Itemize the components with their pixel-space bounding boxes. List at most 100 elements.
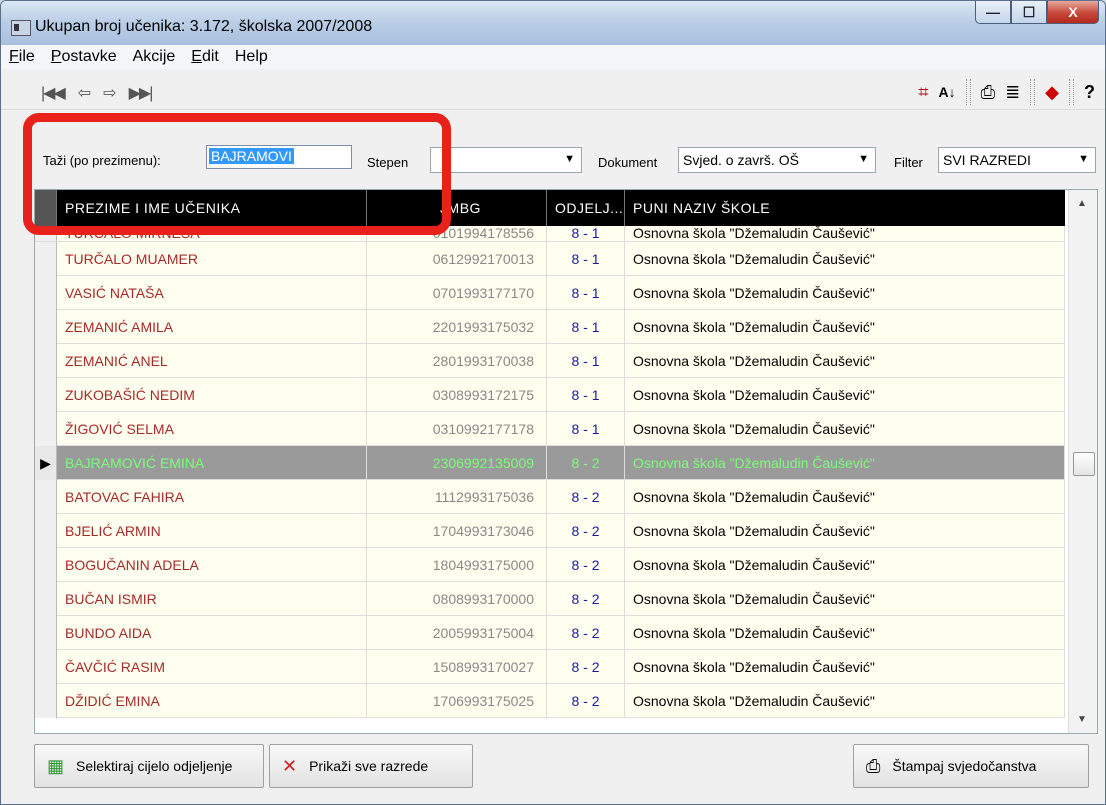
export-icon[interactable]: ◆ [1045, 82, 1059, 103]
select-class-button[interactable]: ▦ Selektiraj cijelo odjeljenje [34, 744, 264, 788]
scroll-up-icon[interactable]: ▲ [1077, 198, 1087, 209]
cell-name: BAJRAMOVIĆ EMINA [57, 446, 367, 480]
cell-skola: Osnovna škola "Džemaludin Čaušević" [625, 650, 1065, 684]
prev-record-icon[interactable]: ⇦ [78, 83, 91, 103]
students-grid[interactable]: PREZIME I IME UČENIKA JMBG ODJELJ... PUN… [34, 189, 1098, 734]
table-row[interactable]: ZEMANIĆ AMILA 2201993175032 8 - 1 Osnovna š… [35, 310, 1065, 344]
app-icon[interactable] [11, 20, 31, 36]
cell-odjeljenje: 8 - 1 [547, 226, 625, 241]
cell-skola: Osnovna škola "Džemaludin Čaušević" [625, 684, 1065, 718]
menu-postavke[interactable]: Postavke [51, 48, 117, 66]
table-row[interactable]: ZEMANIĆ ANEL 2801993170038 8 - 1 Osnovna šk… [35, 344, 1065, 378]
table-row[interactable]: BUČAN ISMIR 0808993170000 8 - 2 Osnovna ško… [35, 582, 1065, 616]
printer-icon[interactable]: ⎙ [981, 82, 995, 103]
cell-odjeljenje: 8 - 1 [547, 310, 625, 344]
row-indicator [35, 684, 57, 718]
bottom-bar: ▦ Selektiraj cijelo odjeljenje ✕ Prikaži… [1, 734, 1105, 804]
next-record-icon[interactable]: ⇨ [103, 83, 116, 103]
cell-name: ŽIGOVIĆ SELMA [57, 412, 367, 446]
scroll-thumb[interactable] [1073, 452, 1095, 476]
title-bar[interactable]: Ukupan broj učenika: 3.172, školska 2007… [1, 1, 1105, 45]
row-indicator [35, 226, 57, 241]
cell-odjeljenje: 8 - 2 [547, 616, 625, 650]
column-header-skola[interactable]: PUNI NAZIV ŠKOLE [625, 190, 1065, 226]
cell-jmbg: 0308993172175 [367, 378, 547, 412]
cell-skola: Osnovna škola "Džemaludin Čaušević" [625, 226, 1065, 241]
row-indicator [35, 582, 57, 616]
menu-file[interactable]: File [9, 48, 35, 66]
menu-akcije[interactable]: Akcije [133, 48, 176, 66]
first-record-icon[interactable]: |◀◀ [41, 83, 66, 103]
cell-odjeljenje: 8 - 2 [547, 548, 625, 582]
filter-select[interactable]: SVI RAZREDI ▼ [938, 147, 1096, 173]
dokument-select[interactable]: Svjed. o završ. OŠ ▼ [678, 147, 876, 173]
main-window: Ukupan broj učenika: 3.172, školska 2007… [0, 0, 1106, 805]
vertical-scrollbar[interactable]: ▲ ▼ [1068, 190, 1097, 733]
table-row[interactable]: ŽIGOVIĆ SELMA 0310992177178 8 - 1 Osnovna š… [35, 412, 1065, 446]
stepen-label: Stepen [367, 155, 409, 170]
table-row[interactable]: BOGUČANIN ADELA 1804993175000 8 - 2 Osnovna… [35, 548, 1065, 582]
cell-name: TURČALO MUAMER [57, 242, 367, 276]
table-row[interactable]: BJELIĆ ARMIN 1704993173046 8 - 2 Osnovna šk… [35, 514, 1065, 548]
cell-skola: Osnovna škola "Džemaludin Čaušević" [625, 582, 1065, 616]
column-header-jmbg[interactable]: JMBG [367, 190, 547, 226]
menu-edit[interactable]: Edit [191, 48, 219, 66]
cell-odjeljenje: 8 - 1 [547, 412, 625, 446]
cell-jmbg: 2801993170038 [367, 344, 547, 378]
sort-az-icon[interactable]: A↓ [939, 84, 956, 100]
row-indicator [35, 242, 57, 276]
row-indicator [35, 310, 57, 344]
cell-odjeljenje: 8 - 1 [547, 276, 625, 310]
cell-jmbg: 1112993175036 [367, 480, 547, 514]
window-title: Ukupan broj učenika: 3.172, školska 2007… [35, 18, 373, 35]
table-row[interactable]: BUNDO AIDA 2005993175004 8 - 2 Osnovna škol… [35, 616, 1065, 650]
toolbar-separator [1030, 79, 1036, 105]
search-label: Taži (po prezimenu): [43, 153, 161, 168]
chevron-down-icon: ▼ [1078, 153, 1089, 165]
stepen-select[interactable]: ▼ [430, 147, 582, 173]
column-header-name[interactable]: PREZIME I IME UČENIKA [57, 190, 367, 226]
printer-icon: ⎙ [866, 755, 881, 776]
filter-bar: Taži (po prezimenu): BAJRAMOVI Stepen ▼ … [1, 143, 1105, 183]
grid-rows: TURČALO MIRNESA 0101994178556 8 - 1 Osno… [35, 226, 1065, 718]
cell-skola: Osnovna škola "Džemaludin Čaušević" [625, 616, 1065, 650]
table-row[interactable]: ▶ BAJRAMOVIĆ EMINA 2306992135009 8 - 2 Osnov… [35, 446, 1065, 480]
cell-name: BUNDO AIDA [57, 616, 367, 650]
search-input[interactable]: BAJRAMOVI [206, 145, 352, 169]
maximize-button[interactable]: ☐ [1011, 1, 1047, 24]
scroll-down-icon[interactable]: ▼ [1077, 714, 1087, 725]
table-row[interactable]: VASIĆ NATAŠA 0701993177170 8 - 1 Osnovna šk… [35, 276, 1065, 310]
dokument-label: Dokument [598, 155, 658, 170]
table-row[interactable]: TURČALO MIRNESA 0101994178556 8 - 1 Osno… [35, 226, 1065, 242]
cell-skola: Osnovna škola "Džemaludin Čaušević" [625, 514, 1065, 548]
table-row[interactable]: BATOVAC FAHIRA 1112993175036 8 - 2 Osnovna … [35, 480, 1065, 514]
table-row[interactable]: ČAVČIĆ RASIM 1508993170027 8 - 2 Osnovna šk… [35, 650, 1065, 684]
list-icon[interactable]: ≣ [1005, 82, 1020, 103]
cell-skola: Osnovna škola "Džemaludin Čaušević" [625, 548, 1065, 582]
table-row[interactable]: ZUKOBAŠIĆ NEDIM 0308993172175 8 - 1 Osnovna… [35, 378, 1065, 412]
cell-jmbg: 1704993173046 [367, 514, 547, 548]
column-header-odjeljenje[interactable]: ODJELJ... [547, 190, 625, 226]
menu-help[interactable]: Help [235, 48, 268, 66]
cell-jmbg: 2201993175032 [367, 310, 547, 344]
table-row[interactable]: DŽIDIĆ EMINA 1706993175025 8 - 2 Osnovna šk… [35, 684, 1065, 718]
show-all-button[interactable]: ✕ Prikaži sve razrede [269, 744, 473, 788]
cell-jmbg: 1706993175025 [367, 684, 547, 718]
row-indicator [35, 548, 57, 582]
cell-jmbg: 2005993175004 [367, 616, 547, 650]
close-button[interactable]: X [1047, 1, 1099, 24]
minimize-button[interactable]: — [975, 1, 1011, 24]
last-record-icon[interactable]: ▶▶| [129, 83, 154, 103]
select-class-label: Selektiraj cijelo odjeljenje [76, 758, 233, 774]
print-button[interactable]: ⎙ Štampaj svjedočanstva [853, 744, 1089, 788]
cell-odjeljenje: 8 - 1 [547, 344, 625, 378]
row-indicator [35, 276, 57, 310]
cell-skola: Osnovna škola "Džemaludin Čaušević" [625, 412, 1065, 446]
cell-odjeljenje: 8 - 1 [547, 378, 625, 412]
cell-name: VASIĆ NATAŠA [57, 276, 367, 310]
cell-jmbg: 0808993170000 [367, 582, 547, 616]
help-button[interactable]: ? [1084, 82, 1095, 103]
row-indicator [35, 616, 57, 650]
select-frame-icon[interactable]: ⌗ [918, 82, 928, 103]
table-row[interactable]: TURČALO MUAMER 0612992170013 8 - 1 Osnovna … [35, 242, 1065, 276]
